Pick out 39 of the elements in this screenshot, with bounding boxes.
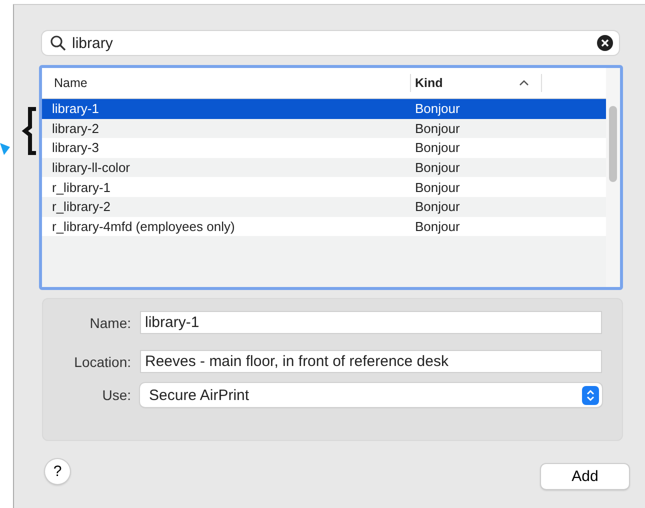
table-cell-text: Bonjour bbox=[414, 101, 461, 116]
table-cell-text: library-ll-color bbox=[51, 160, 132, 176]
table-cell-text: r_library-4mfd (employees only) bbox=[51, 218, 236, 234]
field-label: Use: bbox=[101, 387, 131, 403]
search-field[interactable]: library bbox=[42, 31, 619, 55]
search-text: library bbox=[72, 34, 114, 52]
text-field[interactable]: Reeves - main floor, in front of reference desk bbox=[140, 350, 602, 373]
table-row[interactable]: r_library-4mfd (employees only) Bonjour bbox=[42, 216, 606, 236]
table-row[interactable]: library-1 Bonjour bbox=[42, 99, 606, 119]
table-cell-text: Bonjour bbox=[414, 160, 461, 176]
stepper-icon bbox=[582, 386, 599, 404]
use-dropdown[interactable]: Secure AirPrint bbox=[140, 383, 602, 407]
table-row[interactable]: library-ll-color Bonjour bbox=[42, 158, 606, 178]
column-header[interactable]: Name bbox=[42, 74, 410, 92]
table-cell-text: library-1 bbox=[51, 101, 100, 116]
table-cell-text: library-2 bbox=[51, 120, 100, 136]
table-cell-text: Bonjour bbox=[414, 180, 461, 195]
table-row[interactable]: library-2 Bonjour bbox=[42, 118, 606, 138]
table-cell-text: library-3 bbox=[51, 140, 100, 156]
help-button[interactable]: ? bbox=[45, 459, 70, 484]
search-icon bbox=[50, 35, 66, 51]
field-label: Name: bbox=[88, 314, 131, 330]
text-field[interactable]: library-1 bbox=[140, 311, 602, 334]
table-cell-text: r_library-1 bbox=[51, 180, 112, 195]
column-header[interactable]: Kind bbox=[410, 74, 542, 92]
table-cell-text: r_library-2 bbox=[51, 199, 112, 214]
table-row[interactable]: library-3 Bonjour bbox=[42, 138, 606, 158]
table-row[interactable]: r_library-2 Bonjour bbox=[42, 196, 606, 217]
scrollbar-thumb[interactable] bbox=[609, 106, 617, 182]
table-row[interactable]: r_library-1 Bonjour bbox=[42, 177, 606, 197]
add-button[interactable]: Add bbox=[541, 464, 629, 489]
sort-icon bbox=[519, 80, 529, 86]
table-cell-text: Bonjour bbox=[414, 218, 461, 234]
table-cell-text: Bonjour bbox=[414, 120, 461, 136]
brace-arrow-drawing bbox=[0, 105, 38, 157]
table-cell-text: Bonjour bbox=[414, 140, 461, 156]
table-cell-text: Bonjour bbox=[414, 199, 461, 214]
clear-icon[interactable] bbox=[597, 35, 613, 51]
field-label: Location: bbox=[73, 354, 131, 370]
